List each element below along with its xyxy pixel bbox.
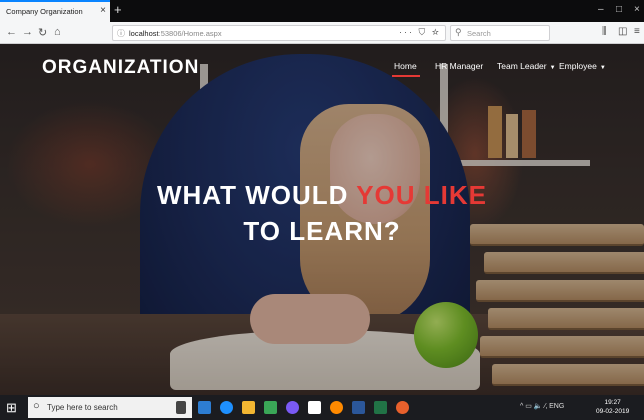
tab-title: Company Organization [6, 7, 83, 16]
excel-icon[interactable] [374, 401, 387, 414]
clock-time: 19:27 [604, 399, 621, 406]
url-path: :53806/Home.aspx [158, 29, 222, 38]
search-icon: ○ [33, 400, 40, 412]
browser-tab-bar: Company Organization × + – □ × [0, 0, 644, 22]
nav-team-leader-label: Team Leader [497, 61, 547, 71]
browser-tab[interactable]: Company Organization × [0, 0, 110, 22]
explorer-icon[interactable] [242, 401, 255, 414]
chrome-icon[interactable] [286, 401, 299, 414]
reload-icon[interactable]: ↻ [38, 26, 47, 39]
site-brand[interactable]: ORGANIZATION [42, 57, 199, 79]
page-actions-icon[interactable]: ··· ⛉ ☆ [399, 27, 441, 38]
window-close-icon[interactable]: × [634, 4, 640, 15]
taskbar-search-box[interactable]: ○ [28, 397, 192, 418]
caret-down-icon: ▼ [599, 65, 606, 71]
file-icon[interactable] [198, 401, 211, 414]
back-icon[interactable]: ← [6, 26, 17, 38]
headline-text: WHAT WOULD [156, 180, 357, 210]
nav-home[interactable]: Home [394, 61, 417, 71]
clock-date: 09-02-2019 [596, 408, 630, 415]
nav-employee[interactable]: Employee ▼ [559, 61, 606, 71]
nav-employee-label: Employee [559, 61, 597, 71]
url-bar[interactable]: ⓘ localhost:53806/Home.aspx ··· ⛉ ☆ [112, 25, 446, 41]
menu-icon[interactable]: ≡ [634, 26, 640, 37]
minimize-icon[interactable]: – [598, 4, 604, 15]
app-icon[interactable] [308, 401, 321, 414]
maximize-icon[interactable]: □ [616, 4, 622, 15]
browser-search-input[interactable] [467, 27, 547, 39]
new-tab-icon[interactable]: + [114, 2, 122, 17]
search-icon: ⚲ [455, 27, 462, 37]
info-icon[interactable]: ⓘ [117, 28, 125, 39]
url-text: localhost:53806/Home.aspx [129, 29, 222, 38]
browser-nav-bar: ← → ↻ ⌂ ⓘ localhost:53806/Home.aspx ··· … [0, 22, 644, 44]
firefox-icon[interactable] [330, 401, 343, 414]
nav-active-indicator [392, 75, 420, 77]
word-icon[interactable] [352, 401, 365, 414]
nav-hr-manager[interactable]: HR Manager [435, 61, 483, 71]
close-icon[interactable]: × [100, 5, 106, 16]
library-icon[interactable]: ⫼ [602, 26, 607, 37]
forward-icon[interactable]: → [22, 26, 33, 38]
caret-down-icon: ▼ [549, 65, 556, 71]
hero-headline-line1: WHAT WOULD YOU LIKE [0, 180, 644, 211]
headline-accent: YOU LIKE [356, 180, 488, 210]
home-icon[interactable]: ⌂ [54, 26, 61, 38]
nav-team-leader[interactable]: Team Leader ▼ [497, 61, 556, 71]
store-icon[interactable] [264, 401, 277, 414]
browser-search-box[interactable]: ⚲ [450, 25, 550, 41]
taskbar-clock[interactable]: 19:27 09-02-2019 [596, 398, 629, 416]
hero-headline-line2: TO LEARN? [243, 216, 401, 246]
windows-start-icon[interactable]: ⊞ [6, 400, 17, 416]
system-tray[interactable]: ^ ▭ 🔈 ⁄‚ ENG [520, 402, 564, 410]
hero-section: ORGANIZATION Home HR Manager Team Leader… [0, 44, 644, 395]
vs-icon[interactable] [396, 401, 409, 414]
mic-icon[interactable] [176, 401, 186, 414]
taskbar-search-input[interactable] [47, 401, 187, 414]
url-host: localhost [129, 29, 159, 38]
edge-icon[interactable] [220, 401, 233, 414]
windows-taskbar: ⊞ ○ ^ ▭ 🔈 ⁄‚ ENG 19:27 09-02-2019 [0, 395, 644, 420]
sidebar-icon[interactable]: ◫ [618, 26, 627, 37]
